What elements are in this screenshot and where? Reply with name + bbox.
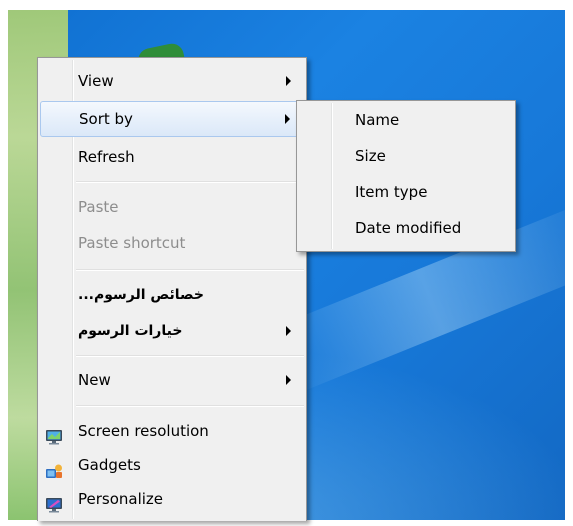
sort-item-name-label: Name bbox=[355, 111, 400, 129]
sort-item-size[interactable]: Size bbox=[299, 138, 513, 174]
menu-item-paste-shortcut-label: Paste shortcut bbox=[78, 234, 186, 252]
desktop-context-menu: View Sort by Refresh Paste Paste shortcu… bbox=[37, 57, 307, 521]
menu-separator bbox=[76, 405, 304, 407]
menu-item-personalize-label: Personalize bbox=[78, 490, 164, 508]
personalize-icon bbox=[45, 490, 63, 513]
menu-item-gadgets-label: Gadgets bbox=[78, 456, 141, 474]
menu-item-new[interactable]: New bbox=[40, 362, 304, 398]
gadgets-icon bbox=[45, 456, 63, 478]
menu-item-graphics-properties-label: ...خصائص الرسوم bbox=[78, 287, 204, 303]
submenu-arrow-icon bbox=[286, 76, 291, 86]
menu-item-sort-by[interactable]: Sort by bbox=[40, 101, 304, 137]
sort-item-item-type-label: Item type bbox=[355, 183, 428, 201]
sort-item-item-type[interactable]: Item type bbox=[299, 174, 513, 210]
menu-item-graphics-options-label: خيارات الرسوم bbox=[78, 323, 183, 339]
menu-item-personalize[interactable]: Personalize bbox=[40, 481, 304, 517]
menu-separator bbox=[76, 181, 304, 183]
monitor-icon bbox=[45, 422, 63, 445]
screenshot-frame: View Sort by Refresh Paste Paste shortcu… bbox=[0, 0, 573, 521]
sort-item-date-modified[interactable]: Date modified bbox=[299, 210, 513, 246]
menu-item-paste-shortcut[interactable]: Paste shortcut bbox=[40, 225, 304, 261]
submenu-arrow-icon bbox=[286, 375, 291, 385]
menu-item-screen-resolution-label: Screen resolution bbox=[78, 422, 209, 440]
menu-item-screen-resolution[interactable]: Screen resolution bbox=[40, 413, 304, 449]
menu-item-graphics-options[interactable]: خيارات الرسوم bbox=[40, 313, 304, 349]
menu-item-view[interactable]: View bbox=[40, 63, 304, 99]
menu-item-paste[interactable]: Paste bbox=[40, 189, 304, 225]
menu-item-sort-by-label: Sort by bbox=[79, 110, 133, 128]
menu-item-new-label: New bbox=[78, 371, 111, 389]
menu-item-view-label: View bbox=[78, 72, 114, 90]
sort-item-date-modified-label: Date modified bbox=[355, 219, 462, 237]
menu-item-gadgets[interactable]: Gadgets bbox=[40, 447, 304, 483]
submenu-arrow-icon bbox=[285, 114, 290, 124]
menu-item-graphics-properties[interactable]: ...خصائص الرسوم bbox=[40, 277, 304, 313]
menu-item-refresh[interactable]: Refresh bbox=[40, 139, 304, 175]
submenu-arrow-icon bbox=[286, 326, 291, 336]
menu-item-paste-label: Paste bbox=[78, 198, 119, 216]
sort-item-size-label: Size bbox=[355, 147, 386, 165]
sort-by-submenu: Name Size Item type Date modified bbox=[296, 100, 516, 252]
menu-separator bbox=[76, 355, 304, 357]
menu-separator bbox=[76, 269, 304, 271]
sort-item-name[interactable]: Name bbox=[299, 102, 513, 138]
menu-item-refresh-label: Refresh bbox=[78, 148, 135, 166]
